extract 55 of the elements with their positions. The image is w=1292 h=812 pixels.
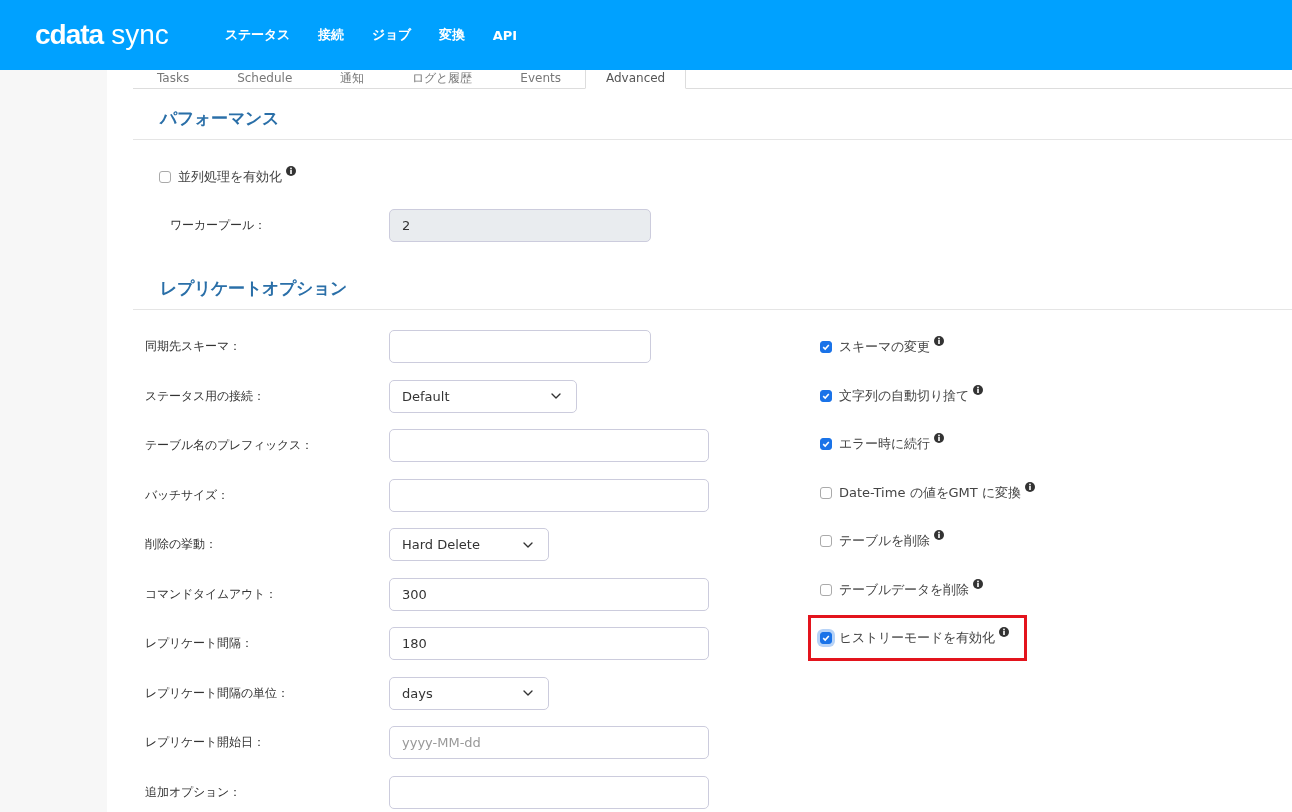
checkbox-label: ヒストリーモードを有効化 [839,629,995,647]
field-label: ワーカープール： [170,217,267,234]
checkbox[interactable] [820,486,832,499]
nav-link[interactable]: 変換 [438,26,465,44]
checkbox-label: エラー時に続行 [839,435,930,453]
input-field[interactable] [389,429,709,462]
checkbox-label: テーブルを削除 [839,532,930,550]
info-icon [973,578,983,589]
input-field[interactable] [389,330,651,363]
checkbox-label: 文字列の自動切り捨て [839,386,969,405]
info-icon [934,433,944,443]
input-field[interactable]: 180 [389,627,709,660]
info-icon [1024,481,1035,492]
checkbox-label: 並列処理を有効化 [178,168,282,186]
logo-product: sync [111,19,169,51]
input-field[interactable] [389,775,709,809]
input-field[interactable] [389,478,709,512]
tab[interactable]: Advanced [584,70,687,89]
checkbox[interactable] [820,535,832,547]
field-label: レプリケート開始日： [145,734,266,751]
checkbox[interactable] [820,341,832,353]
section-title: パフォーマンス [160,108,279,128]
select-field[interactable]: Default [389,379,577,413]
info-icon [934,530,944,540]
nav-link[interactable]: API [492,27,518,43]
info-icon [934,336,944,346]
info-icon [286,166,296,176]
info-icon [999,627,1009,637]
checkbox[interactable] [820,583,832,596]
checkbox-label: テーブルデータを削除 [839,580,969,599]
section-title: レプリケートオプション [160,278,347,298]
field-label: レプリケート間隔の単位： [145,684,290,702]
field-label: 同期先スキーマ： [145,338,242,355]
info-icon [973,384,983,395]
field-label: ステータス用の接続： [145,387,266,405]
field-label: コマンドタイムアウト： [145,585,278,603]
nav-link[interactable]: 接続 [317,26,344,44]
field-label: 追加オプション： [145,783,242,801]
nav-link[interactable]: ステータス [224,26,290,44]
select-field[interactable]: Hard Delete [389,528,549,561]
field-label: レプリケート間隔： [145,635,254,652]
field-label: 削除の挙動： [145,536,218,553]
checkbox[interactable] [820,438,832,450]
field-label: バッチサイズ： [145,486,230,504]
logo-brand: cdata [35,19,104,51]
checkbox[interactable] [820,632,832,644]
nav-link[interactable]: ジョブ [371,26,411,44]
field-label: テーブル名のプレフィックス： [145,437,314,454]
input-field[interactable]: yyyy-MM-dd [389,726,709,759]
input-field[interactable]: 300 [389,577,709,611]
select-field[interactable]: days [389,676,549,710]
checkbox-label: スキーマの変更 [839,338,930,356]
checkbox[interactable] [820,389,832,402]
checkbox-label: Date-Time の値をGMT に変換 [839,483,1021,502]
checkbox[interactable] [159,171,171,183]
